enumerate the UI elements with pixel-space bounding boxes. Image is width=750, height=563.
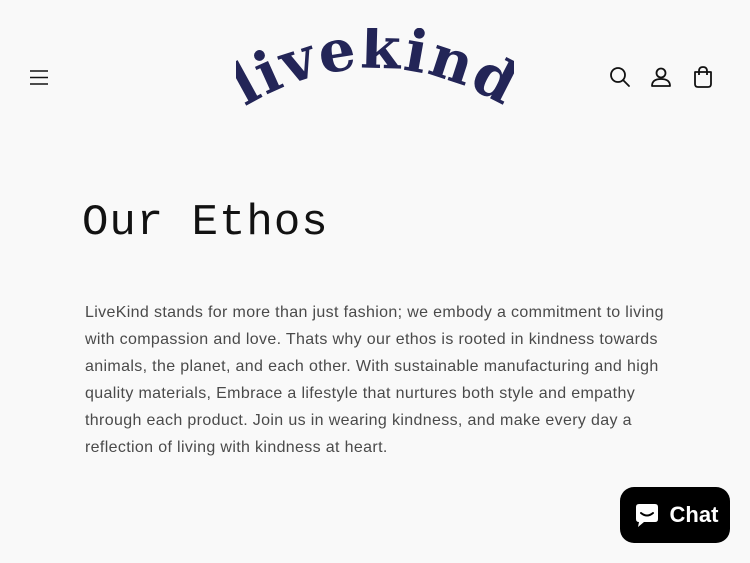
site-header: livekind (0, 0, 750, 150)
user-icon (651, 67, 671, 87)
brand-logo[interactable]: livekind (218, 14, 528, 132)
shopping-bag-icon (694, 66, 712, 88)
hamburger-menu-icon (30, 70, 48, 85)
search-button[interactable] (606, 63, 634, 91)
search-icon (610, 67, 630, 87)
logo-wordmark: livekind (236, 28, 514, 119)
menu-button[interactable] (24, 62, 54, 92)
ethos-paragraph: LiveKind stands for more than just fashi… (85, 304, 664, 456)
chat-label: Chat (669, 502, 719, 527)
page-title: Our Ethos (82, 198, 329, 248)
chat-button[interactable]: Chat (620, 487, 730, 543)
account-button[interactable] (647, 63, 675, 91)
cart-button[interactable] (689, 63, 717, 91)
chat-bubble-icon (635, 504, 658, 527)
